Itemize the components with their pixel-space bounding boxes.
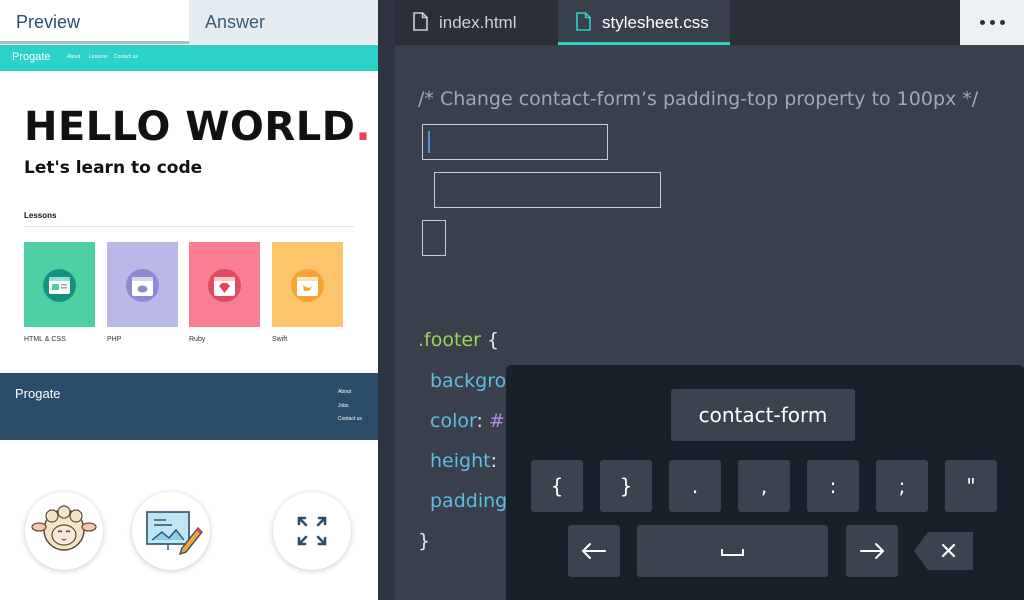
- tab-index-html-label: index.html: [439, 13, 517, 32]
- code-blank-declaration[interactable]: [434, 172, 661, 208]
- expand-button[interactable]: [273, 492, 351, 570]
- code-line-prop: backgro: [430, 370, 506, 392]
- space-icon: [721, 549, 744, 556]
- css-property: padding: [430, 490, 508, 512]
- code-keyboard: contact-form { } . , : ; ": [506, 365, 1024, 600]
- tab-stylesheet-css-label: stylesheet.css: [602, 13, 709, 32]
- code-line-prop: padding: [430, 490, 507, 512]
- css-property: height: [430, 450, 491, 472]
- footer-link-contact[interactable]: Contact us: [338, 416, 362, 422]
- file-icon: [576, 12, 591, 31]
- lesson-label-php: PHP: [107, 336, 122, 343]
- footer-link-jobs[interactable]: Jobs: [338, 403, 349, 409]
- slide-edit-icon: [146, 511, 203, 556]
- elephant-icon: [132, 277, 153, 296]
- code-line-footer: .footer {: [418, 329, 499, 351]
- code-blank-selector[interactable]: [422, 124, 608, 160]
- key-right-arrow[interactable]: [846, 525, 898, 577]
- css-selector: .footer: [418, 329, 481, 351]
- site-logo[interactable]: Progate: [12, 51, 51, 63]
- key-close-brace[interactable]: }: [600, 460, 652, 512]
- tab-answer[interactable]: Answer: [189, 0, 378, 44]
- key-backspace[interactable]: [914, 525, 974, 577]
- key-comma[interactable]: ,: [738, 460, 790, 512]
- left-arrow-icon: [581, 543, 606, 559]
- right-arrow-icon: [860, 543, 885, 559]
- hero-subtitle: Let's learn to code: [24, 158, 203, 178]
- key-colon[interactable]: :: [807, 460, 859, 512]
- css-property: backgro: [430, 370, 507, 392]
- key-period[interactable]: .: [669, 460, 721, 512]
- lesson-label-ruby: Ruby: [189, 336, 206, 343]
- css-punct: :: [490, 450, 497, 472]
- code-line-prop: height:: [430, 450, 497, 472]
- lessons-divider: [24, 226, 354, 227]
- code-comment: /* Change contact-form’s padding-top pro…: [418, 88, 979, 110]
- lesson-card-ruby[interactable]: [189, 242, 260, 327]
- site-nav-contact[interactable]: Contact us: [114, 54, 138, 60]
- tab-stylesheet-css[interactable]: stylesheet.css: [558, 0, 730, 45]
- site-nav-lessons[interactable]: Lessons: [89, 54, 108, 60]
- site-footer: Progate About Jobs Contact us: [0, 373, 378, 440]
- close-brace: }: [418, 530, 431, 552]
- lesson-label-html-css: HTML & CSS: [24, 336, 66, 343]
- avatar-button[interactable]: [25, 492, 103, 570]
- sheep-avatar-icon: [31, 505, 97, 551]
- lesson-card-html-css[interactable]: [24, 242, 95, 327]
- footer-logo[interactable]: Progate: [15, 386, 61, 401]
- lesson-card-swift[interactable]: [272, 242, 343, 327]
- lesson-card-php[interactable]: [107, 242, 178, 327]
- hero-title: HELLO WORLD.: [24, 104, 371, 150]
- text-caret: [428, 131, 430, 153]
- css-punct: :: [476, 410, 489, 432]
- slide-edit-button[interactable]: [132, 492, 210, 570]
- editor-tabs: index.html stylesheet.css: [395, 0, 1024, 45]
- site-header: Progate About Lessons Contact us: [0, 45, 378, 71]
- preview-tabs: Preview Answer: [0, 0, 378, 44]
- swift-bird-icon: [297, 277, 318, 296]
- open-brace: {: [486, 329, 500, 351]
- lesson-label-swift: Swift: [272, 336, 288, 343]
- hero-title-text: HELLO WORLD: [24, 104, 356, 150]
- hero-title-dot: .: [355, 104, 372, 150]
- site-nav-about[interactable]: About: [67, 54, 80, 60]
- footer-link-about[interactable]: About: [338, 389, 351, 395]
- app-window: Preview Answer Progate About Lessons Con…: [0, 0, 1024, 600]
- suggestion-key[interactable]: contact-form: [671, 389, 855, 441]
- file-icon: [413, 12, 428, 31]
- tab-preview[interactable]: Preview: [0, 0, 189, 44]
- expand-icon: [297, 516, 327, 546]
- tab-index-html[interactable]: index.html: [395, 0, 558, 45]
- lessons-heading: Lessons: [24, 211, 57, 220]
- preview-pane: Preview Answer Progate About Lessons Con…: [0, 0, 378, 600]
- backspace-icon: [914, 532, 973, 570]
- key-open-brace[interactable]: {: [531, 460, 583, 512]
- code-line-prop: color: #: [430, 410, 505, 432]
- code-blank-brace[interactable]: [422, 220, 446, 256]
- css-value: #: [488, 410, 505, 432]
- key-semicolon[interactable]: ;: [876, 460, 928, 512]
- css-property: color: [430, 410, 477, 432]
- more-button[interactable]: [960, 0, 1024, 45]
- key-left-arrow[interactable]: [568, 525, 620, 577]
- ruby-gem-icon: [214, 277, 235, 296]
- key-space[interactable]: [637, 525, 828, 577]
- pane-divider[interactable]: [378, 0, 395, 600]
- key-double-quote[interactable]: ": [945, 460, 997, 512]
- browser-window-icon: [49, 277, 70, 294]
